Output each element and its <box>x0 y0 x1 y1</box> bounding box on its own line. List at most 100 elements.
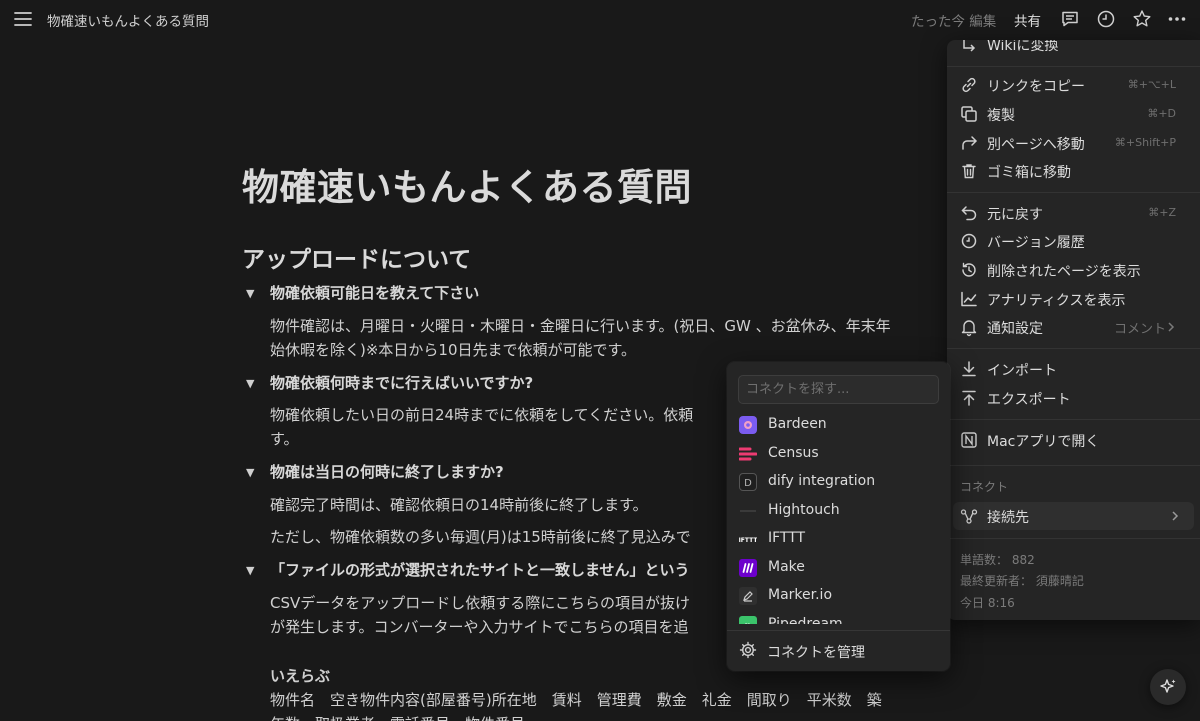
toggle-question-3[interactable]: ▼ 物確は当日の何時に終了しますか? <box>246 461 504 482</box>
word-count: 単語数： 882 <box>960 553 1035 567</box>
menu-item-connections[interactable]: 接続先 <box>953 502 1194 530</box>
connect-item-name: Pipedream <box>768 616 843 624</box>
census-logo-icon <box>739 445 757 463</box>
site-name: いえらぶ <box>270 667 331 685</box>
connect-item-name: Census <box>768 445 819 461</box>
menu-item-label: 通知設定 <box>987 321 1043 337</box>
make-logo-icon <box>739 559 757 577</box>
ifttt-logo-icon: IFTTT <box>739 530 757 548</box>
divider <box>947 348 1200 349</box>
menu-item-version-history[interactable]: バージョン履歴 <box>947 227 1200 255</box>
import-arrow-icon <box>959 359 979 379</box>
question-text: 物確は当日の何時に終了しますか? <box>270 463 504 481</box>
divider <box>727 630 950 631</box>
menu-item-label: インポート <box>987 363 1057 379</box>
connect-item-pipedream[interactable]: p Pipedream <box>727 610 950 624</box>
connect-item-name: Marker.io <box>768 587 833 603</box>
toggle-question-1[interactable]: ▼ 物確依頼可能日を教えて下さい <box>246 282 479 303</box>
ai-assistant-button[interactable] <box>1150 669 1186 705</box>
trash-icon <box>959 161 979 181</box>
export-arrow-icon <box>959 388 979 408</box>
star-icon[interactable] <box>1132 9 1152 29</box>
chevron-right-icon <box>1164 318 1178 336</box>
page-title[interactable]: 物確速いもんよくある質問 <box>242 157 692 211</box>
menu-item-notifications[interactable]: 通知設定 コメント <box>947 313 1200 341</box>
connect-item-name: Hightouch <box>768 502 840 518</box>
menu-item-label: Macアプリで開く <box>987 434 1100 450</box>
divider <box>947 192 1200 193</box>
comment-icon[interactable] <box>1060 9 1080 29</box>
menu-item-move[interactable]: 別ページへ移動 ⌘+Shift+P <box>947 129 1200 157</box>
connect-search-input[interactable] <box>738 375 939 404</box>
divider <box>947 66 1200 67</box>
manage-connections-button[interactable]: コネクトを管理 <box>727 637 950 665</box>
chevron-right-icon <box>1168 507 1182 525</box>
convert-icon <box>959 40 979 54</box>
toggle-question-4[interactable]: ▼ 「ファイルの形式が選択されたサイトと一致しません」という <box>246 559 690 580</box>
menu-item-convert-wiki[interactable]: Wikiに変換 <box>947 40 1200 58</box>
divider <box>947 419 1200 420</box>
duplicate-icon <box>959 104 979 124</box>
top-bar: 物確速いもんよくある質問 たった今 編集 共有 <box>0 0 1200 38</box>
analytics-chart-icon <box>959 289 979 309</box>
hightouch-logo-icon <box>739 502 757 520</box>
connections-icon <box>959 506 979 526</box>
connect-item-census[interactable]: Census <box>727 439 950 467</box>
marker-logo-icon <box>739 587 757 605</box>
menu-item-export[interactable]: エクスポート <box>947 384 1200 412</box>
menu-item-import[interactable]: インポート <box>947 355 1200 383</box>
menu-item-duplicate[interactable]: 複製 ⌘+D <box>947 100 1200 128</box>
dify-logo-icon: D <box>739 473 757 491</box>
pipedream-logo-icon: p <box>739 616 757 624</box>
connect-item-name: Make <box>768 559 805 575</box>
menu-item-label: 元に戻す <box>987 207 1043 223</box>
page-options-menu: Wikiに変換 リンクをコピー ⌘+⌥+L 複製 ⌘+D 別ページへ移動 ⌘+S… <box>947 40 1200 620</box>
connect-item-bardeen[interactable]: Bardeen <box>727 410 950 438</box>
menu-item-label: Wikiに変換 <box>987 40 1059 54</box>
toggle-triangle-icon[interactable]: ▼ <box>246 287 270 300</box>
last-updated-time: 今日 8:16 <box>960 596 1015 610</box>
toggle-triangle-icon[interactable]: ▼ <box>246 466 270 479</box>
field-list-line: 年数 取扱業者 電話番号 物件番号 <box>270 712 525 721</box>
toggle-triangle-icon[interactable]: ▼ <box>246 564 270 577</box>
menu-item-trash[interactable]: ゴミ箱に移動 <box>947 157 1200 185</box>
section-heading[interactable]: アップロードについて <box>242 240 471 274</box>
menu-item-deleted-pages[interactable]: 削除されたページを表示 <box>947 256 1200 284</box>
connect-item-marker[interactable]: Marker.io <box>727 581 950 609</box>
connect-item-ifttt[interactable]: IFTTT IFTTT <box>727 524 950 552</box>
share-button[interactable]: 共有 <box>1014 10 1041 30</box>
answer-line: す。 <box>270 430 299 448</box>
answer-line: 物確依頼したい日の前日24時までに依頼をしてください。依頼 <box>270 406 694 424</box>
menu-item-label: 別ページへ移動 <box>987 137 1085 153</box>
answer-line: が発生します。コンバーターや入力サイトでこちらの項目を追 <box>270 618 689 636</box>
divider <box>947 538 1200 539</box>
sidebar-menu-icon[interactable] <box>13 10 33 28</box>
toggle-triangle-icon[interactable]: ▼ <box>246 377 270 390</box>
menu-item-label: リンクをコピー <box>987 79 1085 95</box>
menu-item-copy-link[interactable]: リンクをコピー ⌘+⌥+L <box>947 71 1200 99</box>
svg-text:p: p <box>744 621 751 624</box>
connect-list[interactable]: Bardeen Census D dify integration Highto… <box>727 410 950 624</box>
connect-section-label: コネクト <box>960 480 1009 494</box>
connect-item-make[interactable]: Make <box>727 553 950 581</box>
menu-item-analytics[interactable]: アナリティクスを表示 <box>947 285 1200 313</box>
menu-item-open-mac-app[interactable]: Macアプリで開く <box>947 426 1200 454</box>
menu-item-label: 複製 <box>987 108 1015 124</box>
shortcut-hint: ⌘+Shift+P <box>1114 136 1176 149</box>
shortcut-hint: ⌘+⌥+L <box>1127 78 1176 91</box>
connect-item-dify[interactable]: D dify integration <box>727 467 950 495</box>
connect-item-name: dify integration <box>768 473 876 489</box>
clock-history-icon[interactable] <box>1096 9 1116 29</box>
question-text: 物確依頼何時までに行えばいいですか? <box>270 374 534 392</box>
menu-item-undo[interactable]: 元に戻す ⌘+Z <box>947 199 1200 227</box>
breadcrumb-page-title[interactable]: 物確速いもんよくある質問 <box>47 10 209 30</box>
toggle-question-2[interactable]: ▼ 物確依頼何時までに行えばいいですか? <box>246 372 533 393</box>
menu-item-label: ゴミ箱に移動 <box>987 165 1071 181</box>
menu-item-label: エクスポート <box>987 392 1071 408</box>
svg-text:D: D <box>744 478 752 489</box>
more-options-icon[interactable] <box>1167 9 1187 29</box>
last-editor: 最終更新者： 須藤晴記 <box>960 574 1084 588</box>
last-edited-status[interactable]: たった今 編集 <box>911 10 996 30</box>
svg-text:IFTTT: IFTTT <box>739 537 757 544</box>
connect-item-hightouch[interactable]: Hightouch <box>727 496 950 524</box>
